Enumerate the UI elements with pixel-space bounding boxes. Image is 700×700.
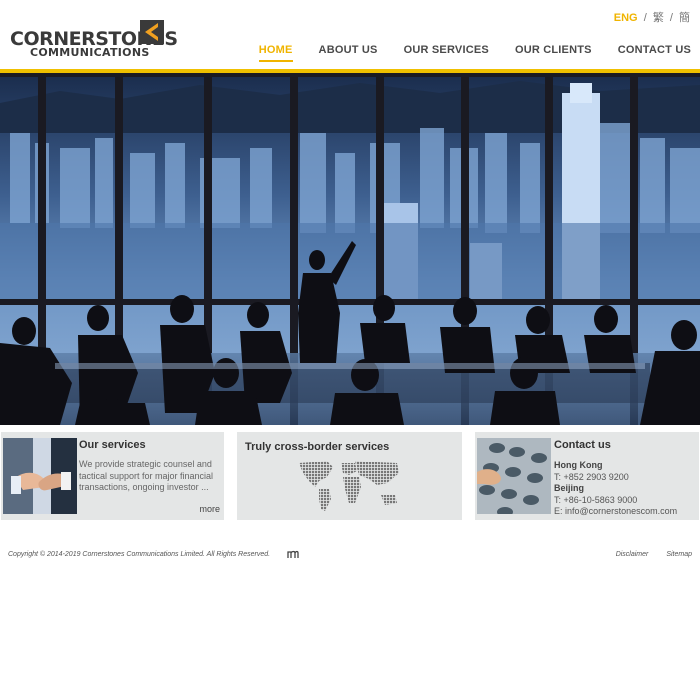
language-switcher: ENG / 繁 / 簡 — [611, 9, 690, 25]
main-nav: HOME ABOUT US OUR SERVICES OUR CLIENTS C… — [233, 44, 691, 62]
logo[interactable]: CORNERSTONES COMMUNICATIONS — [10, 20, 178, 60]
nav-our-services[interactable]: OUR SERVICES — [404, 44, 489, 62]
world-map-icon — [299, 461, 399, 511]
contact-card: Contact us Hong Kong T: +852 2903 9200 B… — [475, 432, 699, 520]
lang-simplified[interactable]: 簡 — [679, 12, 690, 24]
hero-image — [0, 73, 700, 425]
hk-city-label: Hong Kong — [554, 460, 603, 470]
header: CORNERSTONES COMMUNICATIONS ENG / 繁 / 簡 … — [0, 0, 700, 72]
cornerstone-logo-icon — [140, 20, 164, 44]
footer-links: Disclaimer Sitemap — [600, 551, 692, 558]
lang-separator: / — [643, 12, 647, 24]
services-more-link[interactable]: more — [199, 504, 220, 514]
bj-city-label: Beijing — [554, 483, 585, 493]
contact-email[interactable]: E: info@cornerstonescom.com — [554, 506, 677, 518]
bj-phone: T: +86-10-5863 9000 — [554, 494, 638, 505]
crossborder-card: Truly cross-border services — [237, 432, 462, 520]
contact-title[interactable]: Contact us — [554, 439, 611, 451]
services-description: We provide strategic counsel and tactica… — [79, 459, 214, 492]
social-icon[interactable] — [287, 550, 299, 559]
nav-our-clients[interactable]: OUR CLIENTS — [515, 44, 592, 62]
footer-link-sitemap[interactable]: Sitemap — [666, 551, 692, 558]
lang-traditional[interactable]: 繁 — [653, 12, 664, 24]
nav-home[interactable]: HOME — [258, 44, 293, 62]
hero-banner — [0, 73, 700, 425]
nav-about-us[interactable]: ABOUT US — [319, 44, 378, 62]
nav-contact-us[interactable]: CONTACT US — [618, 44, 691, 62]
services-card: Our services We provide strategic counse… — [1, 432, 224, 520]
lang-eng[interactable]: ENG — [614, 12, 638, 24]
footer-link-disclaimer[interactable]: Disclaimer — [616, 551, 649, 558]
copyright-text: Copyright © 2014-2019 Cornerstones Commu… — [8, 551, 271, 558]
services-title[interactable]: Our services — [79, 439, 146, 451]
crossborder-title[interactable]: Truly cross-border services — [245, 441, 389, 453]
handshake-icon — [3, 438, 77, 514]
phone-keypad-icon — [477, 438, 551, 514]
lang-separator: / — [669, 12, 673, 24]
contact-details: Hong Kong T: +852 2903 9200 Beijing T: +… — [554, 460, 677, 518]
hk-phone: T: +852 2903 9200 — [554, 471, 629, 482]
logo-name-line2: COMMUNICATIONS — [30, 46, 150, 59]
footer: Copyright © 2014-2019 Cornerstones Commu… — [0, 549, 700, 563]
